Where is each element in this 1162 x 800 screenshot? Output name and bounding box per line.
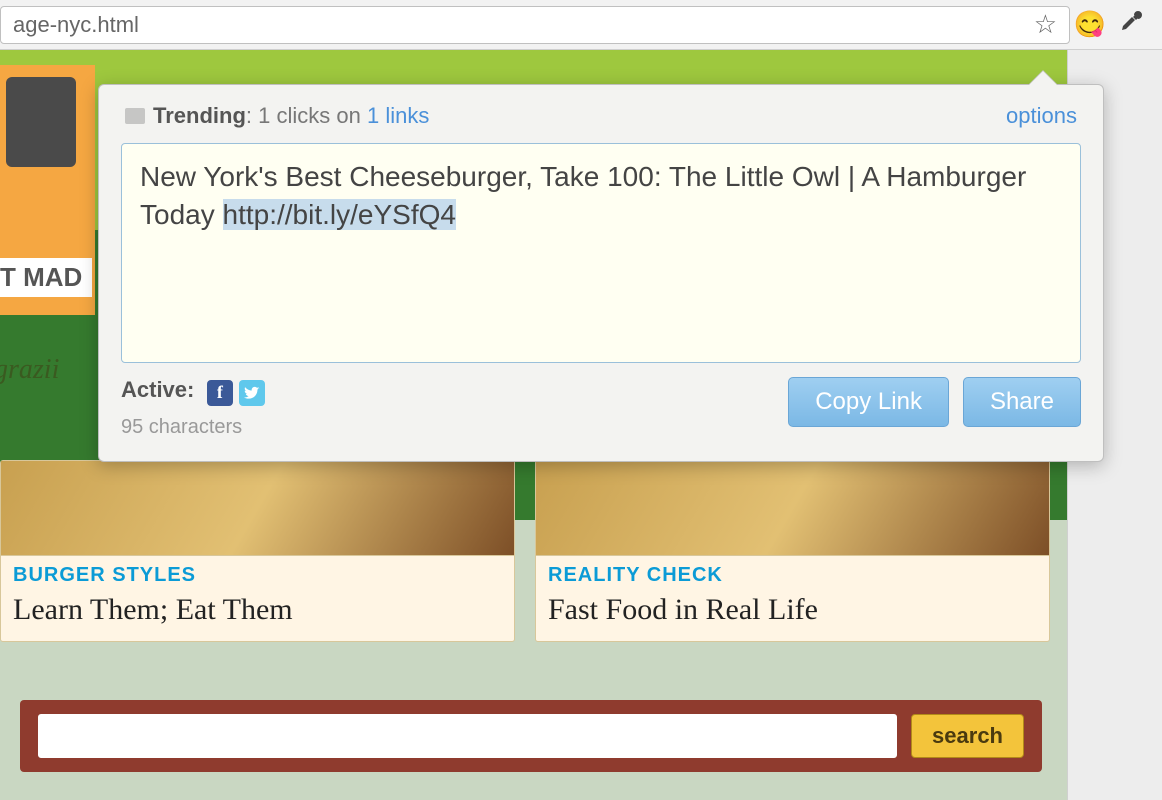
overlay-label-mad: T MAD: [0, 258, 92, 297]
extension-popup: Trending: 1 clicks on 1 links options Ne…: [98, 84, 1104, 462]
site-search-button[interactable]: search: [911, 714, 1024, 758]
address-bar[interactable]: age-nyc.html ☆: [0, 6, 1070, 44]
trending-links-link[interactable]: 1 links: [367, 103, 429, 129]
share-button[interactable]: Share: [963, 377, 1081, 427]
card-image: [536, 461, 1049, 556]
article-cards-row: BURGER STYLES Learn Them; Eat Them REALI…: [0, 460, 1062, 642]
trending-label: Trending:: [153, 103, 258, 129]
site-search-bar: search: [20, 700, 1042, 772]
options-link[interactable]: options: [1006, 103, 1077, 129]
overlay-label-grazin: grazii: [0, 354, 59, 386]
popup-pointer: [1029, 71, 1057, 85]
compose-textarea[interactable]: New York's Best Cheeseburger, Take 100: …: [121, 143, 1081, 363]
copy-link-button[interactable]: Copy Link: [788, 377, 949, 427]
wrench-menu-icon[interactable]: [1110, 9, 1150, 40]
card-image: [1, 461, 514, 556]
card-category: REALITY CHECK: [548, 564, 1037, 587]
article-card[interactable]: BURGER STYLES Learn Them; Eat Them: [0, 460, 515, 642]
twitter-icon[interactable]: [239, 380, 265, 406]
site-search-input[interactable]: [38, 714, 897, 758]
card-title: Fast Food in Real Life: [548, 593, 1037, 627]
extension-icon[interactable]: 😋: [1070, 9, 1110, 40]
active-label: Active:: [121, 377, 194, 402]
popup-footer: Active: f 95 characters Copy Link Share: [121, 377, 1081, 439]
character-count: 95 characters: [121, 416, 265, 439]
facebook-icon[interactable]: f: [207, 380, 233, 406]
trending-clicks-text: 1 clicks on: [258, 103, 361, 129]
address-bar-text: age-nyc.html: [13, 12, 1034, 38]
card-title: Learn Them; Eat Them: [13, 593, 502, 627]
popup-header: Trending: 1 clicks on 1 links options: [121, 97, 1081, 143]
bookmark-star-icon[interactable]: ☆: [1034, 9, 1057, 40]
browser-toolbar: age-nyc.html ☆ 😋: [0, 0, 1162, 50]
article-card[interactable]: REALITY CHECK Fast Food in Real Life: [535, 460, 1050, 642]
card-category: BURGER STYLES: [13, 564, 502, 587]
compose-url-highlight: http://bit.ly/eYSfQ4: [223, 199, 456, 230]
trending-chart-icon: [125, 108, 145, 124]
